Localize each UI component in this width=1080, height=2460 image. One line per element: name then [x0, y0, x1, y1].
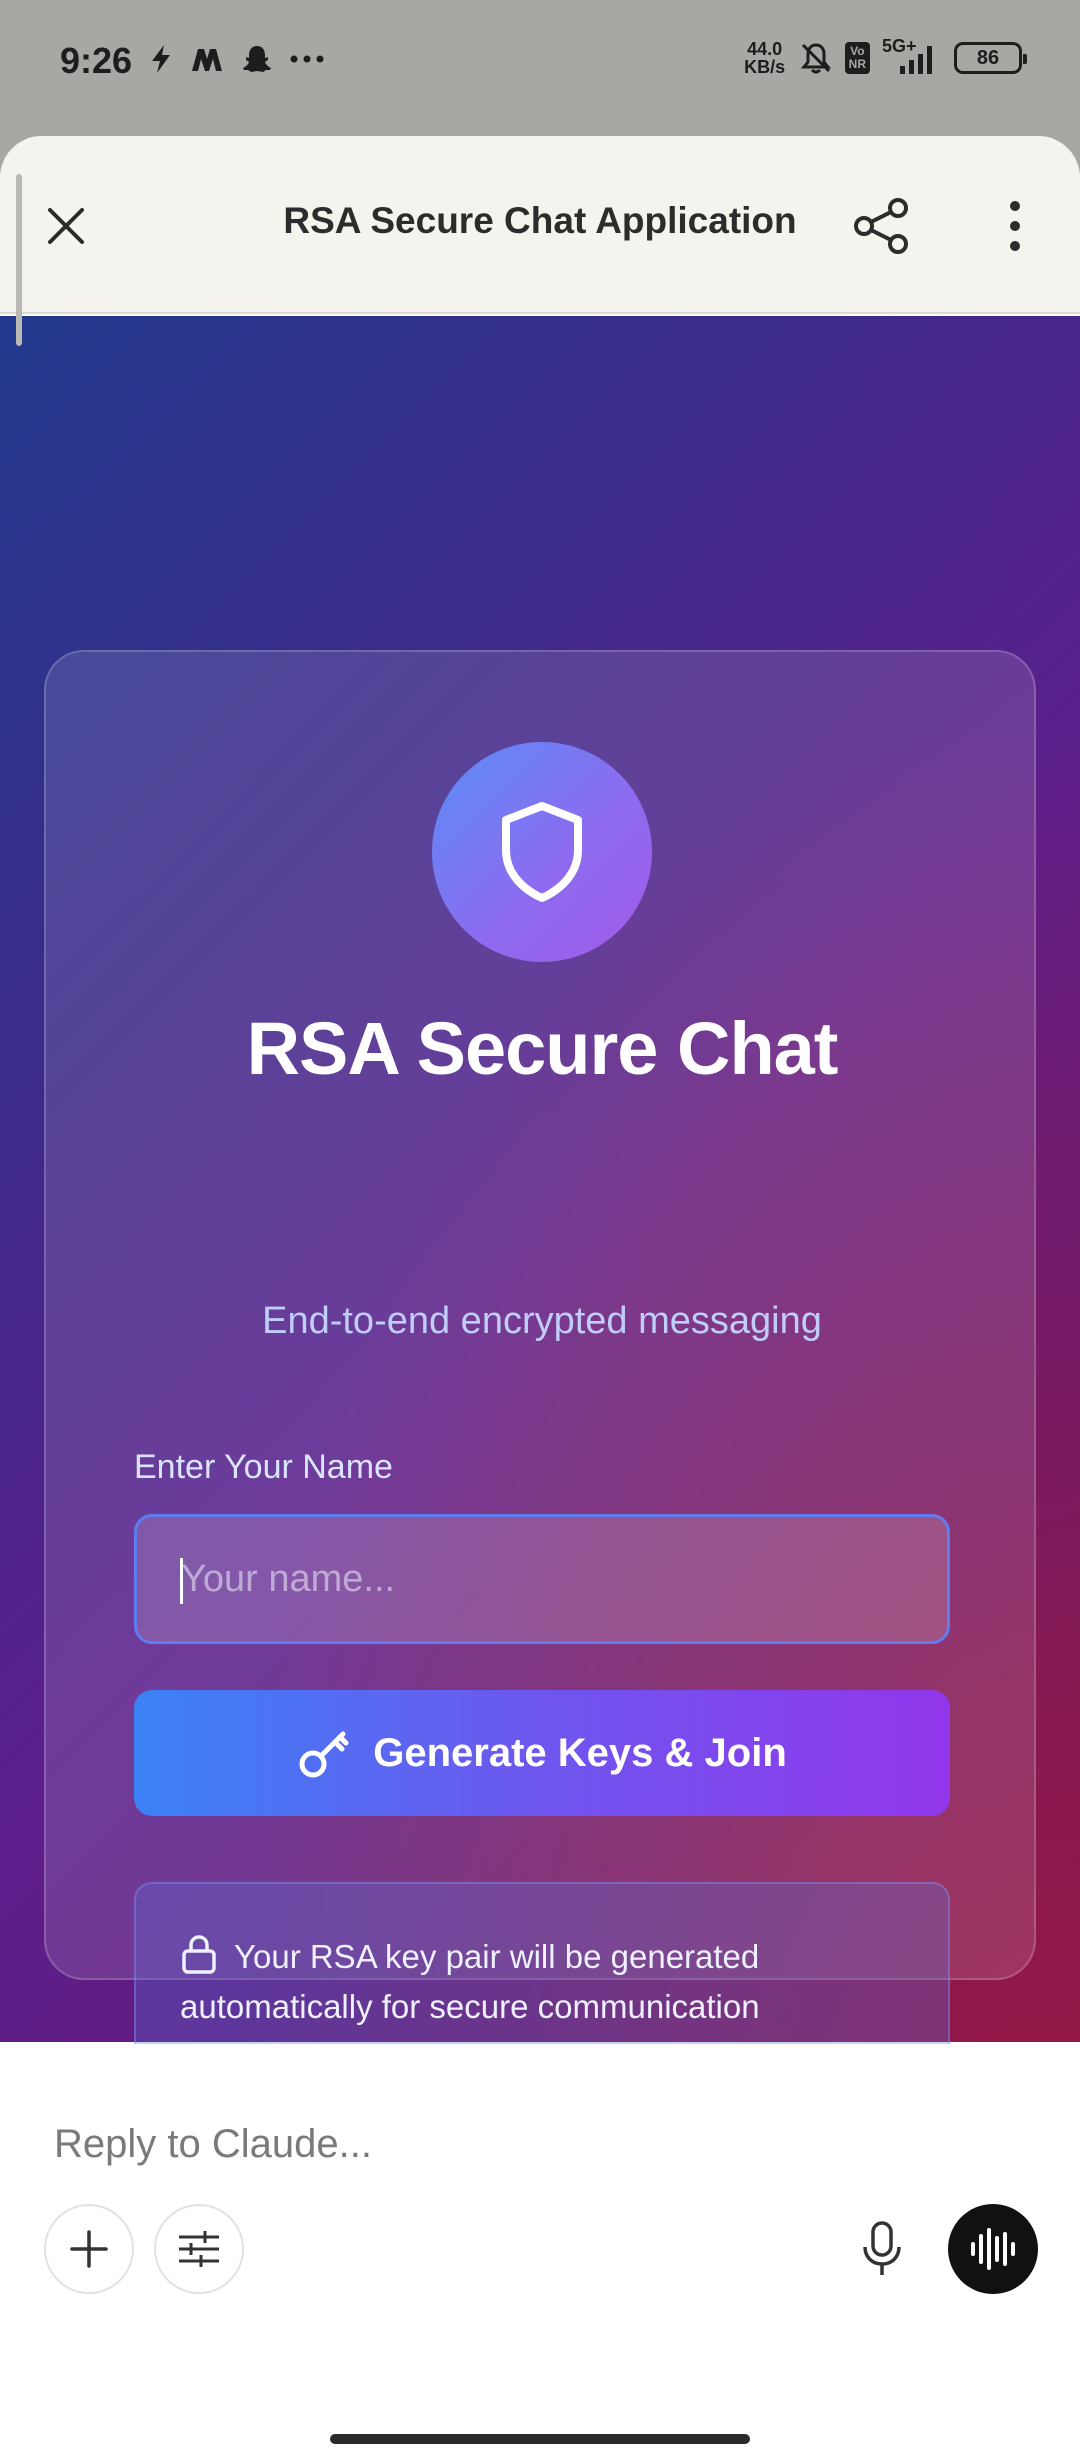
more-vertical-icon[interactable] [1000, 196, 1030, 256]
voice-mode-button[interactable] [948, 2204, 1038, 2294]
card-subtitle: End-to-end encrypted messaging [262, 1300, 822, 1342]
share-icon[interactable] [852, 196, 912, 256]
status-notification-icons [150, 44, 324, 74]
vonr-bottom: NR [848, 57, 866, 71]
app-header: RSA Secure Chat Application [0, 136, 1080, 314]
info-message: Your RSA key pair will be generated auto… [180, 1938, 760, 2025]
shield-icon [502, 802, 582, 902]
login-card: RSA Secure Chat End-to-end encrypted mes… [44, 650, 1036, 2072]
bell-muted-icon [800, 43, 831, 74]
network-speed-unit: KB/s [744, 57, 786, 77]
reply-composer [0, 2044, 1080, 2460]
voice-waveform-icon [971, 2228, 1015, 2270]
name-input[interactable] [134, 1514, 950, 1644]
network-speed-value: 44.0 [747, 39, 783, 59]
lock-icon [182, 1935, 216, 1974]
status-bar: 9:26 44.0 KB/s Vo NR 5G+ 86 [0, 0, 1080, 136]
network-speed: 44.0 KB/s [743, 40, 787, 76]
battery-level: 86 [976, 46, 1000, 69]
text-caret [180, 1558, 183, 1604]
sliders-icon [179, 2231, 219, 2267]
signal-bars-icon [900, 46, 932, 74]
app-sheet: RSA Secure Chat Application RSA Secure C… [0, 136, 1080, 2460]
key-icon [299, 1731, 349, 1778]
app-preview: RSA Secure Chat End-to-end encrypted mes… [0, 316, 1080, 2072]
page-title: RSA Secure Chat Application [283, 200, 797, 241]
shield-badge [432, 742, 652, 962]
snapchat-icon [243, 46, 271, 72]
join-button-label: Generate Keys & Join [373, 1730, 787, 1775]
microphone-icon [863, 2221, 901, 2275]
bolt-icon [152, 45, 170, 73]
vonr-badge: Vo NR [844, 42, 870, 74]
signal-indicator: 5G+ [882, 36, 942, 76]
home-indicator[interactable] [330, 2434, 750, 2444]
info-text: Your RSA key pair will be generated auto… [180, 1932, 920, 2032]
more-dots-icon [290, 55, 324, 63]
tools-button[interactable] [154, 2204, 244, 2294]
generate-keys-join-button[interactable]: Generate Keys & Join [134, 1690, 950, 1816]
status-time: 9:26 [60, 40, 133, 81]
microphone-button[interactable] [852, 2204, 912, 2294]
add-attachment-button[interactable] [44, 2204, 134, 2294]
name-label: Enter Your Name [134, 1448, 393, 1486]
scrollbar[interactable] [16, 174, 22, 346]
battery-indicator: 86 [954, 42, 1027, 74]
plus-icon [70, 2230, 108, 2268]
reply-input[interactable] [54, 2114, 1014, 2174]
myntra-icon [192, 49, 222, 71]
card-title: RSA Secure Chat [246, 1007, 839, 1090]
status-system-icons: 44.0 KB/s Vo NR 5G+ 86 [743, 36, 1027, 76]
